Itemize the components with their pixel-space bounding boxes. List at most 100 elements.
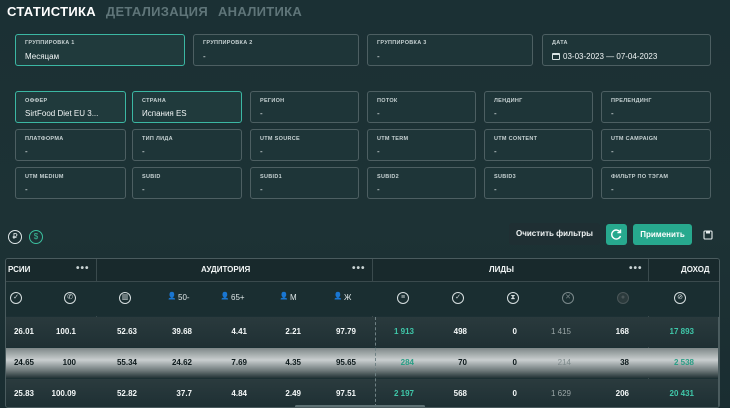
table-cell: 7.69 — [231, 358, 247, 367]
table-cell: 4.41 — [231, 327, 247, 336]
table-cell: 55.34 — [116, 358, 137, 367]
col-header-total-leads[interactable]: ≡ — [397, 290, 409, 306]
female-label: Ж — [344, 293, 352, 302]
filter-field[interactable]: ПЛАТФОРМА - — [15, 129, 126, 161]
filter-label: UTM MEDIUM — [25, 174, 64, 180]
group-income-title: ДОХОД — [681, 265, 710, 274]
table-cell: 39.68 — [171, 327, 192, 336]
currency-rub-toggle[interactable]: ₽ — [8, 230, 22, 244]
col-header-pending[interactable]: ⧗ — [507, 290, 519, 306]
filter-field[interactable]: ТИП ЛИДА - — [132, 129, 242, 161]
filter-field[interactable]: SUBID2 - — [367, 167, 476, 199]
currency-usd-toggle[interactable]: $ — [29, 230, 43, 244]
table-cell: 498 — [453, 327, 467, 336]
col-header-rejected[interactable]: ✕ — [562, 290, 574, 306]
filter-label: ТИП ЛИДА — [142, 136, 173, 142]
date-label: ДАТА — [552, 40, 568, 46]
col-header-female[interactable]: 👤 Ж — [332, 290, 352, 306]
grouping-3-value: - — [377, 52, 380, 61]
filter-label: SUBID — [142, 174, 161, 180]
filter-value: SirtFood Diet EU 3... — [25, 109, 99, 118]
group-audience-title: АУДИТОРИЯ — [201, 265, 251, 274]
calendar-icon — [552, 53, 560, 60]
group-versions-menu[interactable]: ••• — [76, 259, 90, 281]
table-cell: 2.21 — [285, 327, 301, 336]
grouping-1-label: ГРУППИРОВКА 1 — [25, 40, 75, 46]
col-header-trash[interactable]: ● — [617, 290, 629, 306]
filter-field[interactable]: UTM MEDIUM - — [15, 167, 126, 199]
table-cell: 25.83 — [13, 389, 34, 398]
refresh-button[interactable] — [606, 224, 627, 245]
grouping-3-select[interactable]: ГРУППИРОВКА 3 - — [367, 34, 533, 66]
filter-value: - — [260, 147, 263, 156]
filter-field[interactable]: UTM SOURCE - — [250, 129, 359, 161]
group-audience-menu[interactable]: ••• — [352, 259, 366, 281]
clear-filters-button[interactable]: Очистить фильтры — [509, 223, 600, 245]
vertical-scrollbar[interactable] — [718, 317, 719, 407]
table-cell: 214 — [557, 358, 571, 367]
table-cell: 2 197 — [393, 389, 414, 398]
filter-field[interactable]: ПРЕЛЕНДИНГ - — [601, 91, 711, 123]
filter-value: - — [260, 185, 263, 194]
tab-statistics[interactable]: СТАТИСТИКА — [7, 4, 96, 19]
group-leads-title: ЛИДЫ — [489, 265, 514, 274]
filter-field[interactable]: СТРАНА Испания ES — [132, 91, 242, 123]
table-cell: 24.65 — [13, 358, 34, 367]
filter-field[interactable]: SUBID1 - — [250, 167, 359, 199]
col-header-stats[interactable]: ▥ — [119, 290, 131, 306]
trash-icon: ● — [617, 291, 629, 304]
tab-analytics[interactable]: АНАЛИТИКА — [218, 4, 302, 19]
table-cell: 37.7 — [176, 389, 192, 398]
filter-label: UTM TERM — [377, 136, 409, 142]
group-leads-menu[interactable]: ••• — [629, 259, 643, 281]
col-header-income[interactable]: ⊘ — [674, 290, 686, 306]
bar-chart-icon: ▥ — [119, 291, 131, 304]
col-header-calls[interactable]: ✆ — [64, 290, 76, 306]
table-cell: 168 — [615, 327, 629, 336]
table-cell: 20 431 — [669, 389, 694, 398]
table-row[interactable]: 26.01 100.1 52.63 39.68 4.41 2.21 97.79 1 913 49… — [6, 317, 719, 347]
filter-field[interactable]: ПОТОК - — [367, 91, 476, 123]
user-icon: 👤 — [333, 292, 343, 300]
filter-field[interactable]: ФИЛЬТР ПО ТЭГАМ - — [601, 167, 711, 199]
col-header-confirmed[interactable]: ✓ — [452, 290, 464, 306]
col-header-male[interactable]: 👤 М — [278, 290, 297, 306]
filter-label: ПЛАТФОРМА — [25, 136, 64, 142]
filter-value: - — [494, 147, 497, 156]
filter-field[interactable]: РЕГИОН - — [250, 91, 359, 123]
refresh-icon — [611, 229, 622, 240]
user-icon: 👤 — [279, 292, 289, 300]
table-row[interactable]: 25.83 100.09 52.82 37.7 4.84 2.49 97.51 2 197 56… — [6, 379, 719, 407]
apply-button[interactable]: Применить — [633, 224, 692, 245]
col-header-approved[interactable]: ✓ — [10, 290, 22, 306]
table-row[interactable]: 24.65 100 55.34 24.62 7.69 4.35 95.65 284 70 0 214… — [6, 348, 719, 378]
table-cell: 26.01 — [13, 327, 34, 336]
filter-value: Испания ES — [142, 109, 187, 118]
table-icon-header: ✓ ✆ ▥ 👤 50- 👤 65+ 👤 М 👤 Ж ≡ ✓ ⧗ ✕ ● ⊘ — [6, 282, 719, 316]
col-header-age-young[interactable]: 👤 50- — [166, 290, 190, 306]
filter-field[interactable]: SUBID - — [132, 167, 242, 199]
save-button[interactable] — [699, 226, 717, 244]
grouping-2-select[interactable]: ГРУППИРОВКА 2 - — [193, 34, 359, 66]
table-group-header: РСИИ ••• АУДИТОРИЯ ••• ЛИДЫ ••• ДОХОД — [6, 259, 719, 282]
filter-field[interactable]: ЛЕНДИНГ - — [484, 91, 593, 123]
filter-field[interactable]: SUBID3 - — [484, 167, 593, 199]
col-header-age-old[interactable]: 👤 65+ — [219, 290, 245, 306]
filter-field[interactable]: UTM TERM - — [367, 129, 476, 161]
statistics-table: РСИИ ••• АУДИТОРИЯ ••• ЛИДЫ ••• ДОХОД ✓ … — [5, 258, 720, 408]
filter-field[interactable]: ОФФЕР SirtFood Diet EU 3... — [15, 91, 126, 123]
table-cell: 2 538 — [673, 358, 694, 367]
check-circle-icon: ✓ — [452, 291, 464, 304]
table-cell: 0 — [512, 327, 517, 336]
save-icon — [703, 230, 713, 240]
age-young-label: 50- — [178, 293, 190, 302]
table-cell: 284 — [400, 358, 414, 367]
tab-details[interactable]: ДЕТАЛИЗАЦИЯ — [106, 4, 208, 19]
table-cell: 24.62 — [171, 358, 192, 367]
filter-value: - — [377, 185, 380, 194]
filter-label: SUBID2 — [377, 174, 399, 180]
grouping-1-select[interactable]: ГРУППИРОВКА 1 Месяцам — [15, 34, 185, 66]
date-range-picker[interactable]: ДАТА 03-03-2023 — 07-04-2023 — [542, 34, 711, 66]
filter-field[interactable]: UTM CAMPAIGN - — [601, 129, 711, 161]
filter-field[interactable]: UTM CONTENT - — [484, 129, 593, 161]
